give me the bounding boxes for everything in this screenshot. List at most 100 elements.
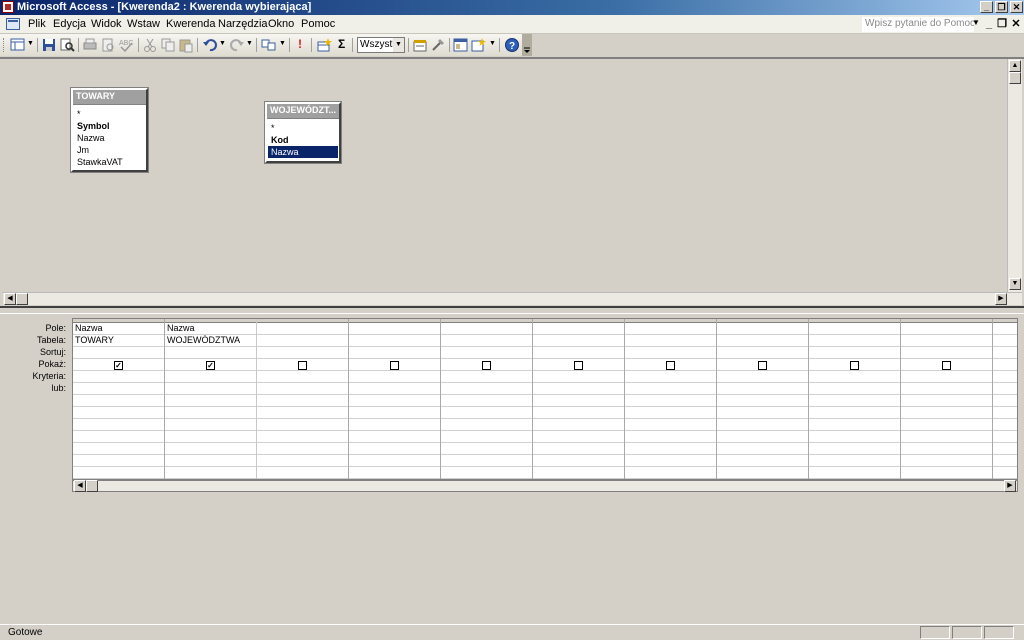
access-app-icon[interactable] — [2, 1, 14, 13]
or-cell[interactable] — [349, 407, 440, 419]
or-cell[interactable] — [717, 419, 808, 431]
scroll-left-icon[interactable]: ◀ — [4, 293, 16, 305]
or-cell[interactable] — [73, 467, 164, 479]
doc-restore-icon[interactable]: ❐ — [996, 17, 1008, 31]
or-cell[interactable] — [809, 467, 900, 479]
or-cell[interactable] — [257, 431, 348, 443]
or-cell[interactable] — [349, 443, 440, 455]
view-icon[interactable] — [10, 37, 26, 53]
scroll-thumb[interactable] — [16, 293, 28, 305]
or-cell[interactable] — [441, 419, 532, 431]
restore-icon[interactable]: ❐ — [995, 1, 1008, 13]
or-cell[interactable] — [165, 455, 256, 467]
or-cell[interactable] — [533, 455, 624, 467]
or-cell[interactable] — [993, 383, 1017, 395]
sort-cell[interactable] — [73, 347, 164, 359]
copy-icon[interactable] — [160, 37, 176, 53]
search-icon[interactable] — [59, 37, 75, 53]
or-cell[interactable] — [73, 419, 164, 431]
database-window-icon[interactable] — [453, 37, 469, 53]
show-checkbox-checked[interactable]: ✓ — [206, 361, 215, 370]
print-preview-icon[interactable] — [100, 37, 116, 53]
query-window-icon[interactable] — [6, 18, 20, 30]
show-checkbox[interactable] — [758, 361, 767, 370]
criteria-cell[interactable] — [533, 371, 624, 383]
grid-column[interactable] — [625, 319, 717, 479]
or-cell[interactable] — [165, 407, 256, 419]
grid-column[interactable] — [809, 319, 901, 479]
table-cell[interactable] — [257, 335, 348, 347]
query-type-dropdown-icon[interactable]: ▼ — [279, 40, 286, 47]
or-cell[interactable] — [73, 407, 164, 419]
criteria-cell[interactable] — [257, 371, 348, 383]
or-cell[interactable] — [257, 419, 348, 431]
grid-column[interactable] — [717, 319, 809, 479]
table-title[interactable]: TOWARY — [73, 90, 146, 104]
scroll-thumb[interactable] — [1009, 72, 1021, 84]
query-type-icon[interactable] — [261, 37, 277, 53]
build-icon[interactable] — [430, 37, 446, 53]
show-checkbox-checked[interactable]: ✓ — [114, 361, 123, 370]
menu-pomoc[interactable]: Pomoc — [301, 18, 335, 30]
menu-wstaw[interactable]: Wstaw — [127, 18, 160, 30]
sort-cell[interactable] — [625, 347, 716, 359]
or-cell[interactable] — [533, 407, 624, 419]
toolbar-options-icon[interactable] — [522, 34, 532, 56]
menu-narzedzia[interactable]: Narzędzia — [218, 18, 268, 30]
spelling-icon[interactable]: ABC — [118, 37, 134, 53]
table-cell[interactable] — [533, 335, 624, 347]
scroll-right-icon[interactable]: ▶ — [1004, 480, 1016, 492]
or-cell[interactable] — [625, 443, 716, 455]
table-cell[interactable] — [993, 335, 1017, 347]
field-cell[interactable] — [809, 323, 900, 335]
or-cell[interactable] — [349, 455, 440, 467]
criteria-cell[interactable] — [717, 371, 808, 383]
or-cell[interactable] — [165, 383, 256, 395]
field-all[interactable]: * — [74, 108, 145, 120]
scroll-down-icon[interactable]: ▼ — [1009, 278, 1021, 290]
run-icon[interactable]: ! — [298, 37, 302, 51]
or-cell[interactable] — [717, 407, 808, 419]
grid-horizontal-scrollbar[interactable]: ◀ ▶ — [72, 480, 1018, 492]
or-cell[interactable] — [625, 431, 716, 443]
or-cell[interactable] — [993, 455, 1017, 467]
or-cell[interactable] — [441, 443, 532, 455]
or-cell[interactable] — [533, 383, 624, 395]
or-cell[interactable] — [901, 431, 992, 443]
menu-okno[interactable]: Okno — [268, 18, 294, 30]
criteria-cell[interactable] — [349, 371, 440, 383]
or-cell[interactable] — [625, 407, 716, 419]
criteria-cell[interactable] — [441, 371, 532, 383]
field-cell[interactable]: Nazwa — [73, 323, 164, 335]
or-cell[interactable] — [717, 455, 808, 467]
or-cell[interactable] — [533, 419, 624, 431]
criteria-cell[interactable] — [625, 371, 716, 383]
field-cell[interactable] — [533, 323, 624, 335]
sort-cell[interactable] — [441, 347, 532, 359]
undo-dropdown-icon[interactable]: ▼ — [219, 40, 226, 47]
or-cell[interactable] — [993, 419, 1017, 431]
totals-icon[interactable]: Σ — [338, 37, 345, 51]
or-cell[interactable] — [73, 443, 164, 455]
or-cell[interactable] — [441, 467, 532, 479]
or-cell[interactable] — [809, 455, 900, 467]
redo-dropdown-icon[interactable]: ▼ — [246, 40, 253, 47]
field-cell[interactable] — [625, 323, 716, 335]
or-cell[interactable] — [901, 419, 992, 431]
save-icon[interactable] — [41, 37, 57, 53]
print-icon[interactable] — [82, 37, 98, 53]
or-cell[interactable] — [441, 383, 532, 395]
or-cell[interactable] — [901, 407, 992, 419]
criteria-cell[interactable] — [993, 371, 1017, 383]
or-cell[interactable] — [73, 431, 164, 443]
or-cell[interactable] — [993, 467, 1017, 479]
or-cell[interactable] — [441, 455, 532, 467]
sort-cell[interactable] — [901, 347, 992, 359]
table-towary[interactable]: TOWARY * Symbol Nazwa Jm StawkaVAT — [70, 87, 149, 173]
or-cell[interactable] — [533, 443, 624, 455]
help-dropdown-icon[interactable]: ▼ — [972, 18, 980, 27]
or-cell[interactable] — [625, 395, 716, 407]
table-pane-vertical-scrollbar[interactable]: ▲ ▼ — [1007, 59, 1022, 292]
field-cell[interactable] — [441, 323, 532, 335]
table-cell[interactable]: TOWARY — [73, 335, 164, 347]
